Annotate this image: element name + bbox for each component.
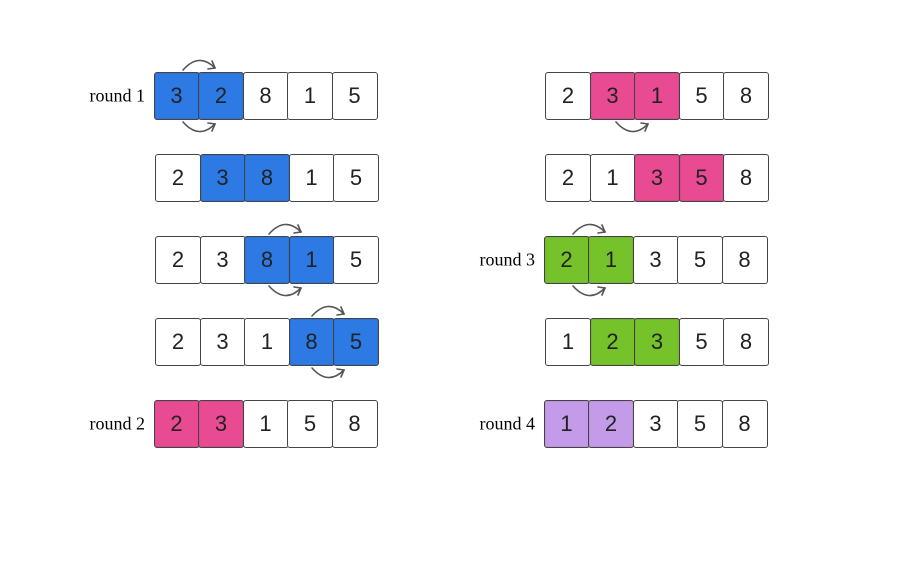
array-cell: 5 xyxy=(677,400,723,448)
array-cell: 3 xyxy=(633,236,679,284)
array-cell: 1 xyxy=(590,154,636,202)
array-cell: 3 xyxy=(590,72,636,120)
left-column: round 132815238152381523185round 223158 xyxy=(155,72,379,448)
array-cell: 3 xyxy=(200,236,246,284)
array-cell: 8 xyxy=(244,236,290,284)
array-cell: 1 xyxy=(544,400,590,448)
array-row: 12358 xyxy=(545,318,769,366)
array-cell: 8 xyxy=(722,236,768,284)
array-cell: 3 xyxy=(634,318,680,366)
array-cell: 8 xyxy=(722,400,768,448)
array-cell: 5 xyxy=(333,154,379,202)
array-cell: 1 xyxy=(244,318,290,366)
swap-arrow-icon xyxy=(177,118,221,136)
array-row: 23185 xyxy=(155,318,379,366)
array-cell: 8 xyxy=(332,400,378,448)
array-cell: 5 xyxy=(677,236,723,284)
array-cell: 2 xyxy=(590,318,636,366)
array-cell: 2 xyxy=(155,154,201,202)
array-cell: 2 xyxy=(544,236,590,284)
array-row: 23815 xyxy=(155,154,379,202)
array-cell: 1 xyxy=(634,72,680,120)
swap-arrow-icon xyxy=(610,118,654,136)
array-row: round 321358 xyxy=(545,236,769,284)
array-cell: 3 xyxy=(198,400,244,448)
array-cell: 5 xyxy=(679,154,725,202)
array-cell: 3 xyxy=(633,400,679,448)
array-cell: 5 xyxy=(679,72,725,120)
array-cell: 1 xyxy=(545,318,591,366)
array-cell: 1 xyxy=(289,154,335,202)
round-label: round 3 xyxy=(480,250,536,271)
array-cell: 5 xyxy=(332,72,378,120)
array-cell: 5 xyxy=(679,318,725,366)
round-label: round 4 xyxy=(480,414,536,435)
array-cell: 8 xyxy=(244,154,290,202)
array-cell: 2 xyxy=(545,72,591,120)
array-cell: 8 xyxy=(723,72,769,120)
array-cell: 1 xyxy=(289,236,335,284)
array-cell: 5 xyxy=(333,318,379,366)
array-cell: 5 xyxy=(287,400,333,448)
array-cell: 3 xyxy=(634,154,680,202)
array-row: round 412358 xyxy=(545,400,769,448)
array-cell: 2 xyxy=(588,400,634,448)
right-column: 2315821358round 32135812358round 412358 xyxy=(545,72,769,448)
array-row: 23815 xyxy=(155,236,379,284)
array-cell: 2 xyxy=(155,318,201,366)
array-cell: 2 xyxy=(198,72,244,120)
array-cell: 2 xyxy=(154,400,200,448)
array-row: 21358 xyxy=(545,154,769,202)
array-cell: 2 xyxy=(545,154,591,202)
array-row: 23158 xyxy=(545,72,769,120)
array-cell: 3 xyxy=(200,154,246,202)
array-cell: 3 xyxy=(200,318,246,366)
array-cell: 8 xyxy=(289,318,335,366)
swap-arrow-icon xyxy=(567,282,611,300)
array-cell: 8 xyxy=(243,72,289,120)
array-cell: 1 xyxy=(243,400,289,448)
array-row: round 223158 xyxy=(155,400,379,448)
array-cell: 1 xyxy=(287,72,333,120)
array-cell: 5 xyxy=(333,236,379,284)
array-cell: 2 xyxy=(155,236,201,284)
round-label: round 2 xyxy=(90,414,146,435)
array-cell: 8 xyxy=(723,154,769,202)
array-cell: 3 xyxy=(154,72,200,120)
swap-arrow-icon xyxy=(263,282,307,300)
array-row: round 132815 xyxy=(155,72,379,120)
array-cell: 1 xyxy=(588,236,634,284)
swap-arrow-icon xyxy=(306,364,350,382)
array-cell: 8 xyxy=(723,318,769,366)
round-label: round 1 xyxy=(90,86,146,107)
